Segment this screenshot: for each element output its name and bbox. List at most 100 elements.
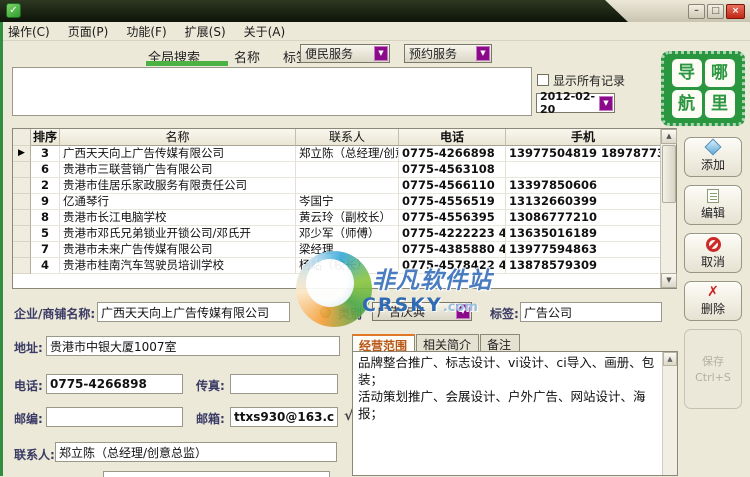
table-row[interactable]: 8 贵港市长江电脑学校 黄云玲（副校长） 0775-4556395 130867… [13, 210, 676, 226]
search-input[interactable] [12, 67, 532, 116]
table-scrollbar[interactable]: ▲ ▼ [660, 129, 676, 288]
service-category-dropdown[interactable]: 便民服务 ▼ [300, 44, 390, 63]
email-field[interactable] [230, 407, 338, 427]
date-picker[interactable]: 2012-02-20 ▼ [536, 93, 615, 113]
business-scope-textarea[interactable]: 品牌整合推广、标志设计、vi设计、ci导入、画册、包装； 活动策划推广、会展设计… [352, 351, 678, 476]
cell-phone: 0775-4563108 [399, 162, 506, 178]
edit-button[interactable]: 编辑 [684, 185, 742, 225]
cell-name: 贵港市三联营销广告有限公司 [60, 162, 296, 178]
cell-contact: 梁经理 [296, 242, 399, 258]
add-button-label: 添加 [701, 156, 725, 173]
scroll-down-icon[interactable]: ▼ [661, 273, 677, 288]
scope-scrollbar[interactable]: ▲ [662, 352, 677, 475]
app-icon: ✓ [6, 3, 21, 18]
cell-sort: 7 [31, 242, 60, 258]
booking-service-dropdown[interactable]: 预约服务 ▼ [404, 44, 492, 63]
show-all-records-label: 显示所有记录 [553, 72, 625, 89]
row-selector [13, 194, 31, 210]
logo-char: 哪 [705, 59, 735, 87]
table-row[interactable]: 6 贵港市三联营销广告有限公司 0775-4563108 [13, 162, 676, 178]
chevron-down-icon[interactable]: ▼ [599, 96, 613, 111]
cancel-button[interactable]: 取消 [684, 233, 742, 273]
cell-mobile: 13977504819 18978773319 [506, 146, 661, 162]
cell-mobile [506, 162, 661, 178]
minimize-button[interactable]: – [688, 4, 705, 19]
cell-phone: 0775-4222223 42222 [399, 226, 506, 242]
phone-field[interactable] [46, 374, 183, 394]
chevron-down-icon[interactable]: ▼ [374, 46, 388, 61]
cell-name: 广西天天向上广告传媒有限公司 [60, 146, 296, 162]
scroll-up-icon[interactable]: ▲ [663, 352, 677, 366]
cropped-next-field [103, 471, 330, 477]
tag-field[interactable] [520, 302, 662, 322]
cell-contact: 岑国宁 [296, 194, 399, 210]
zip-field[interactable] [46, 407, 183, 427]
table-row[interactable]: 7 贵港市未来广告传媒有限公司 梁经理 0775-4385880 45536 1… [13, 242, 676, 258]
table-row[interactable]: 5 贵港市邓氏兄弟锁业开锁公司/邓氏开 邓少军（师傅） 0775-4222223… [13, 226, 676, 242]
save-button[interactable]: 保存 Ctrl+S [684, 329, 742, 409]
cell-phone: 0775-4556395 [399, 210, 506, 226]
edit-document-icon [707, 189, 719, 203]
table-row[interactable]: 9 亿通琴行 岑国宁 0775-4556519 13132660399 [13, 194, 676, 210]
table-header-row: 排序 名称 联系人 电话 手机 [13, 129, 676, 146]
window-left-border [0, 22, 3, 476]
column-header-mobile[interactable]: 手机 [506, 129, 661, 146]
table-row[interactable]: 4 贵港市桂南汽车驾驶员培训学校 杨站（校长） 0775-4578422 457… [13, 258, 676, 274]
row-pointer-icon: ▶ [13, 146, 31, 162]
service-category-value: 便民服务 [301, 45, 374, 62]
row-selector [13, 242, 31, 258]
cell-mobile: 13086777210 [506, 210, 661, 226]
column-header-contact[interactable]: 联系人 [296, 129, 399, 146]
cell-mobile: 13878579309 [506, 258, 661, 274]
cell-contact [296, 178, 399, 194]
cell-contact [296, 162, 399, 178]
scroll-up-icon[interactable]: ▲ [661, 129, 677, 144]
category-dropdown[interactable]: 广告庆典 ▼ [372, 302, 472, 321]
scrollbar-thumb[interactable] [662, 145, 676, 203]
logo-char: 里 [705, 90, 735, 118]
cell-name: 贵港市桂南汽车驾驶员培训学校 [60, 258, 296, 274]
table-row[interactable]: ▶ 3 广西天天向上广告传媒有限公司 郑立陈（总经理/创意总监） 0775-42… [13, 146, 676, 162]
delete-button[interactable]: ✗ 删除 [684, 281, 742, 321]
menu-operation[interactable]: 操作(C) [8, 23, 50, 40]
cell-phone: 0775-4566110 [399, 178, 506, 194]
show-all-records-checkbox[interactable] [537, 74, 549, 86]
tab-business-scope[interactable]: 经营范围 [352, 334, 415, 351]
cell-sort: 2 [31, 178, 60, 194]
menu-extension[interactable]: 扩展(S) [185, 23, 226, 40]
maximize-button[interactable]: □ [707, 4, 724, 19]
cell-contact: 黄云玲（副校长） [296, 210, 399, 226]
table-row[interactable]: 2 贵港市佳居乐家政服务有限责任公司 0775-4566110 13397850… [13, 178, 676, 194]
column-header-phone[interactable]: 电话 [399, 129, 506, 146]
tab-remarks[interactable]: 备注 [480, 334, 520, 351]
tab-name-search[interactable]: 名称 [234, 47, 260, 66]
chevron-down-icon[interactable]: ▼ [456, 304, 470, 319]
row-selector [13, 226, 31, 242]
row-selector [13, 210, 31, 226]
cell-name: 贵港市佳居乐家政服务有限责任公司 [60, 178, 296, 194]
contact-field[interactable] [55, 442, 337, 462]
menu-bar: 操作(C) 页面(P) 功能(F) 扩展(S) 关于(A) [0, 22, 750, 41]
address-field[interactable] [46, 336, 340, 356]
cell-sort: 9 [31, 194, 60, 210]
edit-button-label: 编辑 [701, 204, 725, 221]
row-selector-header [13, 129, 31, 146]
cell-contact: 郑立陈（总经理/创意总监） [296, 146, 399, 162]
close-button[interactable]: × [726, 4, 745, 19]
save-button-label: 保存 [702, 354, 724, 369]
add-button[interactable]: 添加 [684, 137, 742, 177]
company-name-field[interactable] [97, 302, 290, 322]
tab-related-intro[interactable]: 相关简介 [416, 334, 479, 351]
column-header-name[interactable]: 名称 [60, 129, 296, 146]
menu-page[interactable]: 页面(P) [68, 23, 109, 40]
menu-function[interactable]: 功能(F) [126, 23, 166, 40]
contact-label: 联系人: [14, 446, 55, 463]
cell-name: 贵港市邓氏兄弟锁业开锁公司/邓氏开 [60, 226, 296, 242]
category-value: 广告庆典 [373, 303, 456, 320]
cell-name: 贵港市长江电脑学校 [60, 210, 296, 226]
fax-field[interactable] [230, 374, 338, 394]
chevron-down-icon[interactable]: ▼ [476, 46, 490, 61]
column-header-sort[interactable]: 排序 [31, 129, 60, 146]
menu-about[interactable]: 关于(A) [244, 23, 286, 40]
cell-sort: 4 [31, 258, 60, 274]
